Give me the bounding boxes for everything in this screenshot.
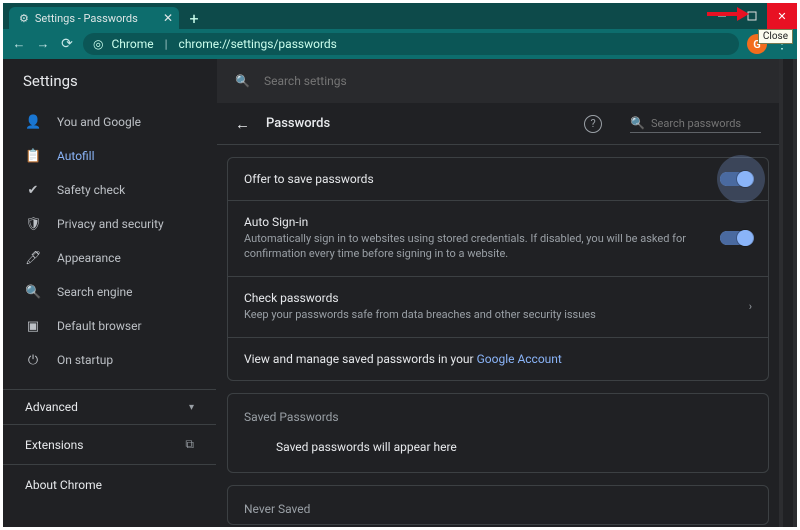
auto-signin-toggle[interactable] (720, 231, 752, 245)
gear-icon: ⚙ (19, 12, 29, 25)
sidebar-advanced-toggle[interactable]: Advanced ▾ (3, 389, 216, 425)
google-account-link[interactable]: Google Account (477, 352, 562, 366)
auto-signin-row: Auto Sign-in Automatically sign in to we… (228, 200, 768, 276)
sidebar-item-label: Search engine (57, 285, 132, 299)
sidebar-item-label: Privacy and security (57, 217, 164, 231)
omnibox-path: chrome://settings/passwords (179, 37, 337, 51)
search-icon: 🔍 (630, 116, 645, 130)
minimize-icon (717, 11, 727, 21)
check-passwords-desc: Keep your passwords safe from data breac… (244, 308, 749, 323)
power-icon: ⏻ (25, 353, 41, 368)
sidebar-extensions[interactable]: Extensions ⧉ (3, 425, 216, 465)
passwords-search-input[interactable] (651, 117, 761, 130)
sidebar-about-chrome[interactable]: About Chrome (3, 465, 216, 505)
omnibox-separator: | (165, 37, 168, 51)
saved-passwords-empty: Saved passwords will appear here (228, 432, 768, 472)
close-icon: ✕ (777, 10, 786, 23)
passwords-search[interactable]: 🔍 (630, 114, 761, 133)
sidebar-item-label: Default browser (57, 319, 142, 333)
manage-passwords-row: View and manage saved passwords in your … (228, 337, 768, 380)
page-back-button[interactable]: ← (235, 115, 250, 133)
manage-prefix: View and manage saved passwords in your (244, 352, 477, 366)
settings-search-input[interactable] (264, 74, 761, 88)
offer-save-label: Offer to save passwords (244, 172, 720, 186)
auto-signin-title: Auto Sign-in (244, 215, 720, 229)
vertical-scrollbar[interactable] (779, 59, 797, 527)
sidebar-item-label: You and Google (57, 115, 141, 129)
sidebar-item-safety-check[interactable]: ✔ Safety check (3, 173, 216, 207)
passwords-settings-card: Offer to save passwords Auto Sign-in Aut… (227, 157, 769, 381)
tab-title: Settings - Passwords (35, 12, 138, 25)
person-icon: 👤 (25, 115, 41, 130)
sidebar-item-label: Autofill (57, 149, 95, 163)
offer-save-toggle[interactable] (720, 172, 752, 186)
sidebar-item-label: On startup (57, 353, 113, 367)
titlebar-region: ⚙ Settings - Passwords ✕ + ✕ (3, 3, 797, 29)
extensions-label: Extensions (25, 438, 83, 452)
sidebar-item-search-engine[interactable]: 🔍 Search engine (3, 275, 216, 309)
auto-signin-desc: Automatically sign in to websites using … (244, 232, 720, 262)
page-header: ← Passwords ? 🔍 (217, 103, 779, 145)
appearance-icon: 🖊 (25, 251, 41, 266)
chevron-down-icon: ▾ (189, 402, 194, 413)
browser-tab[interactable]: ⚙ Settings - Passwords ✕ (9, 7, 179, 29)
page-title: Passwords (266, 116, 330, 131)
check-passwords-row[interactable]: Check passwords Keep your passwords safe… (228, 276, 768, 337)
autofill-icon: 📋 (25, 149, 41, 164)
sidebar-item-autofill[interactable]: 📋 Autofill (3, 139, 216, 173)
main-panel: 🔍 ← Passwords ? 🔍 (217, 59, 779, 527)
help-button[interactable]: ? (584, 115, 602, 133)
nav-forward-button[interactable]: → (35, 36, 51, 52)
sidebar-item-appearance[interactable]: 🖊 Appearance (3, 241, 216, 275)
new-tab-button[interactable]: + (183, 7, 205, 29)
saved-passwords-card: Saved Passwords Saved passwords will app… (227, 393, 769, 473)
check-passwords-title: Check passwords (244, 291, 749, 305)
address-bar[interactable]: ◎ Chrome | chrome://settings/passwords (83, 33, 739, 55)
external-link-icon: ⧉ (185, 437, 194, 452)
sidebar-item-on-startup[interactable]: ⏻ On startup (3, 343, 216, 377)
settings-search-bar[interactable]: 🔍 (217, 59, 779, 103)
nav-back-button[interactable]: ← (11, 36, 27, 52)
window-close-button[interactable]: ✕ (767, 3, 797, 29)
advanced-label: Advanced (25, 400, 78, 414)
about-label: About Chrome (25, 478, 102, 492)
maximize-icon (747, 11, 757, 21)
sidebar-item-default-browser[interactable]: ▣ Default browser (3, 309, 216, 343)
sidebar-item-label: Safety check (57, 183, 125, 197)
omnibox-host: Chrome (111, 37, 153, 51)
toolbar: ← → ⟳ ◎ Chrome | chrome://settings/passw… (3, 29, 797, 59)
browser-icon: ▣ (25, 319, 41, 334)
never-saved-label: Never Saved (228, 486, 768, 524)
close-tooltip: Close (758, 29, 793, 44)
sidebar-item-privacy[interactable]: 🛡 Privacy and security (3, 207, 216, 241)
settings-sidebar: Settings 👤 You and Google 📋 Autofill ✔ Safe… (3, 59, 217, 527)
search-icon: 🔍 (25, 285, 41, 300)
chrome-logo-icon: ◎ (93, 37, 103, 51)
offer-save-row: Offer to save passwords (228, 158, 768, 200)
safety-check-icon: ✔ (25, 183, 41, 198)
reload-button[interactable]: ⟳ (59, 36, 75, 52)
sidebar-item-label: Appearance (57, 251, 121, 265)
saved-passwords-label: Saved Passwords (228, 394, 768, 432)
shield-icon: 🛡 (25, 217, 41, 232)
search-icon: 🔍 (235, 74, 250, 88)
chevron-right-icon: › (749, 300, 752, 313)
never-saved-card: Never Saved (227, 485, 769, 525)
sidebar-item-you-and-google[interactable]: 👤 You and Google (3, 105, 216, 139)
settings-header: Settings (3, 59, 216, 103)
close-tab-icon[interactable]: ✕ (163, 11, 173, 25)
minimize-button[interactable] (707, 3, 737, 29)
maximize-button[interactable] (737, 3, 767, 29)
